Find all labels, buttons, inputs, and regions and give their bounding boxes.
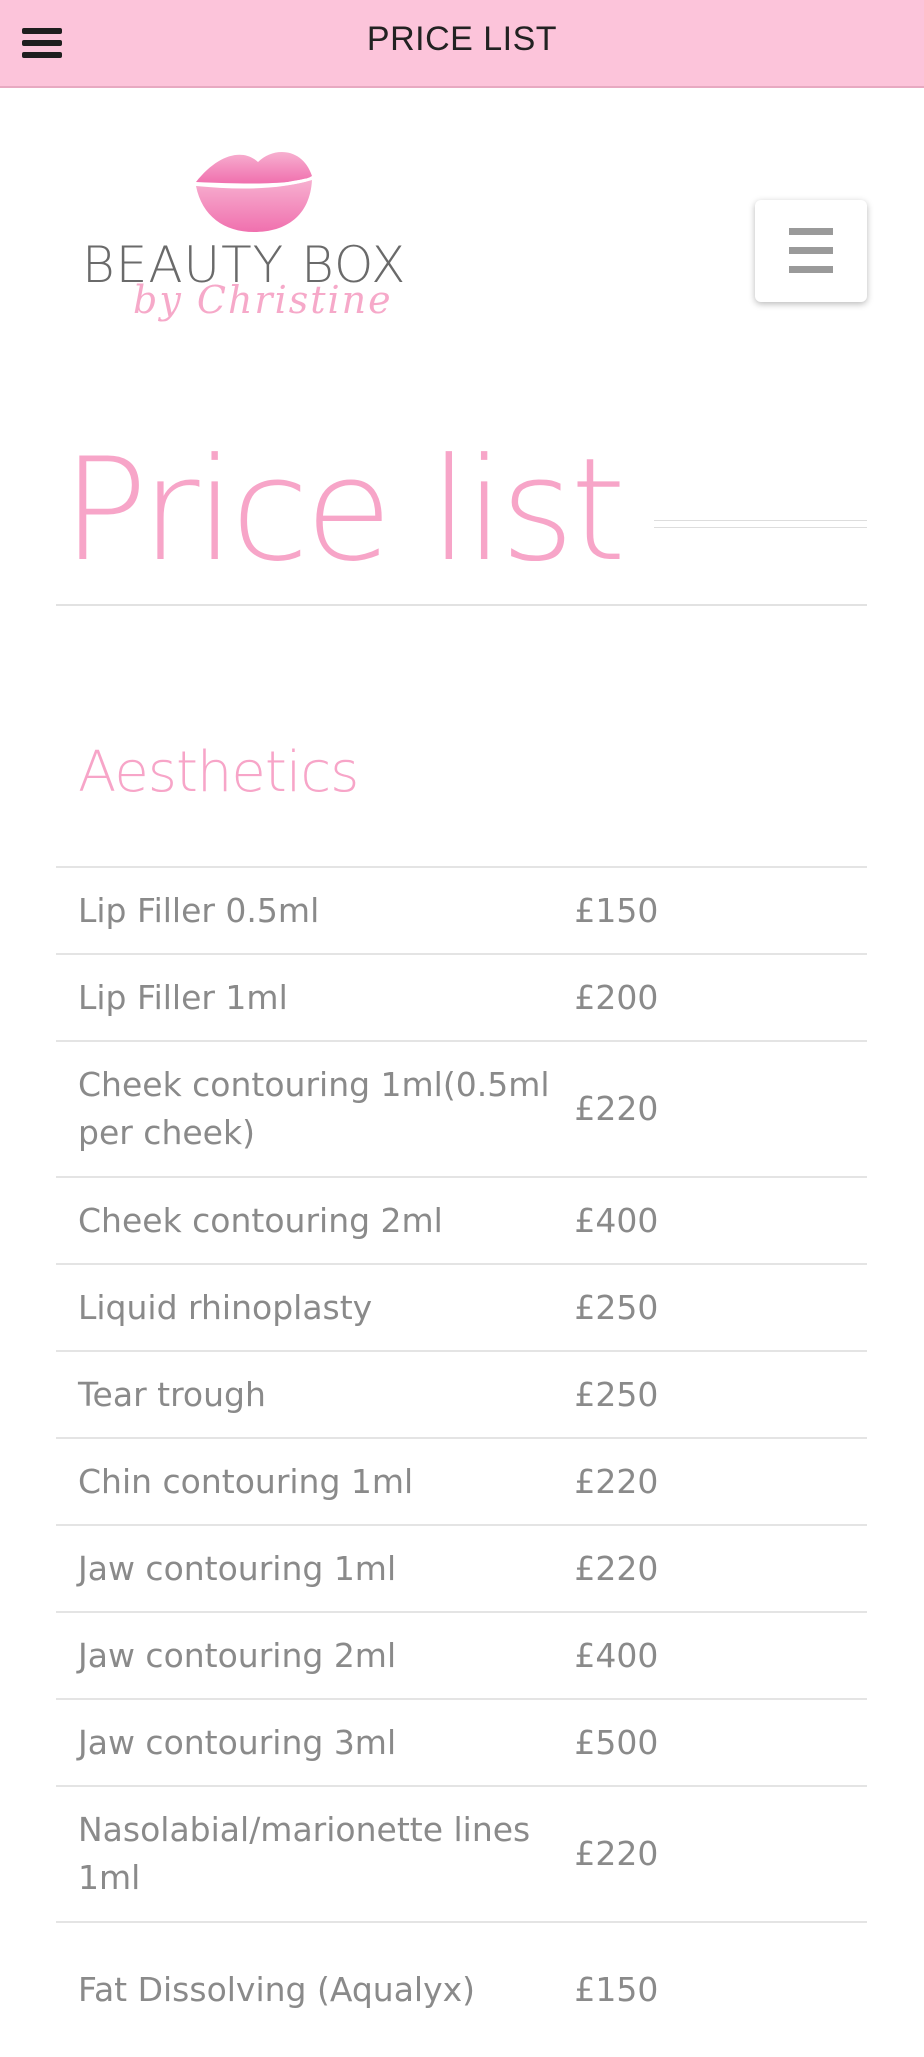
treatment-price: £220 bbox=[574, 1089, 659, 1128]
treatment-price: £150 bbox=[574, 890, 659, 930]
site-logo[interactable]: BEAUTY BOX by Christine bbox=[78, 140, 428, 350]
table-row: Liquid rhinoplasty £250 bbox=[56, 1264, 867, 1351]
treatment-name: Lip Filler 1ml bbox=[78, 977, 288, 1017]
price-table: Lip Filler 0.5ml £150 Lip Filler 1ml £20… bbox=[56, 866, 867, 2057]
hamburger-icon bbox=[789, 228, 833, 273]
treatment-price: £400 bbox=[574, 1635, 659, 1675]
page-title: Price list bbox=[62, 428, 626, 593]
treatment-name: Jaw contouring 3ml bbox=[78, 1722, 397, 1762]
logo-tagline: by Christine bbox=[133, 278, 393, 322]
table-row: Tear trough £250 bbox=[56, 1351, 867, 1438]
treatment-name: Liquid rhinoplasty bbox=[78, 1287, 373, 1327]
table-row: Jaw contouring 2ml £400 bbox=[56, 1612, 867, 1699]
table-row: Nasolabial/marionette lines 1ml £220 bbox=[56, 1786, 867, 1922]
treatment-name: Jaw contouring 2ml bbox=[78, 1635, 397, 1675]
title-divider bbox=[56, 604, 867, 606]
table-row: Lip Filler 0.5ml £150 bbox=[56, 867, 867, 954]
table-row: Cheek contouring 2ml £400 bbox=[56, 1177, 867, 1264]
table-row: Jaw contouring 1ml £220 bbox=[56, 1525, 867, 1612]
app-bar-title: PRICE LIST bbox=[366, 20, 558, 58]
table-row: Chin contouring 1ml £220 bbox=[56, 1438, 867, 1525]
treatment-price: £400 bbox=[574, 1200, 659, 1240]
treatment-price: £250 bbox=[574, 1287, 659, 1327]
treatment-price: £500 bbox=[574, 1722, 659, 1762]
table-row: Jaw contouring 3ml £500 bbox=[56, 1699, 867, 1786]
table-row: Lip Filler 1ml £200 bbox=[56, 954, 867, 1041]
treatment-price: £220 bbox=[574, 1548, 659, 1588]
table-row: Cheek contouring 1ml(0.5ml per cheek) £2… bbox=[56, 1041, 867, 1177]
treatment-price: £200 bbox=[574, 977, 659, 1017]
treatment-name: Cheek contouring 1ml(0.5ml per cheek) bbox=[78, 1065, 550, 1152]
treatment-name: Chin contouring 1ml bbox=[78, 1461, 414, 1501]
treatment-name: Fat Dissolving (Aqualyx) bbox=[78, 1970, 476, 2009]
treatment-price: £220 bbox=[574, 1834, 659, 1873]
table-row: Fat Dissolving (Aqualyx) £150 bbox=[56, 1922, 867, 2057]
top-app-bar: PRICE LIST bbox=[0, 0, 924, 88]
treatment-price: £250 bbox=[574, 1374, 659, 1414]
treatment-name: Tear trough bbox=[78, 1374, 266, 1414]
treatment-name: Lip Filler 0.5ml bbox=[78, 890, 320, 930]
lips-icon bbox=[196, 151, 312, 232]
title-decoration-line bbox=[654, 520, 867, 528]
treatment-price: £220 bbox=[574, 1461, 659, 1501]
treatment-name: Nasolabial/marionette lines 1ml bbox=[78, 1810, 531, 1897]
section-heading-aesthetics: Aesthetics bbox=[78, 740, 359, 805]
treatment-name: Jaw contouring 1ml bbox=[78, 1548, 397, 1588]
site-menu-button[interactable] bbox=[755, 200, 867, 302]
treatment-price: £150 bbox=[574, 1970, 659, 2009]
treatment-name: Cheek contouring 2ml bbox=[78, 1200, 443, 1240]
